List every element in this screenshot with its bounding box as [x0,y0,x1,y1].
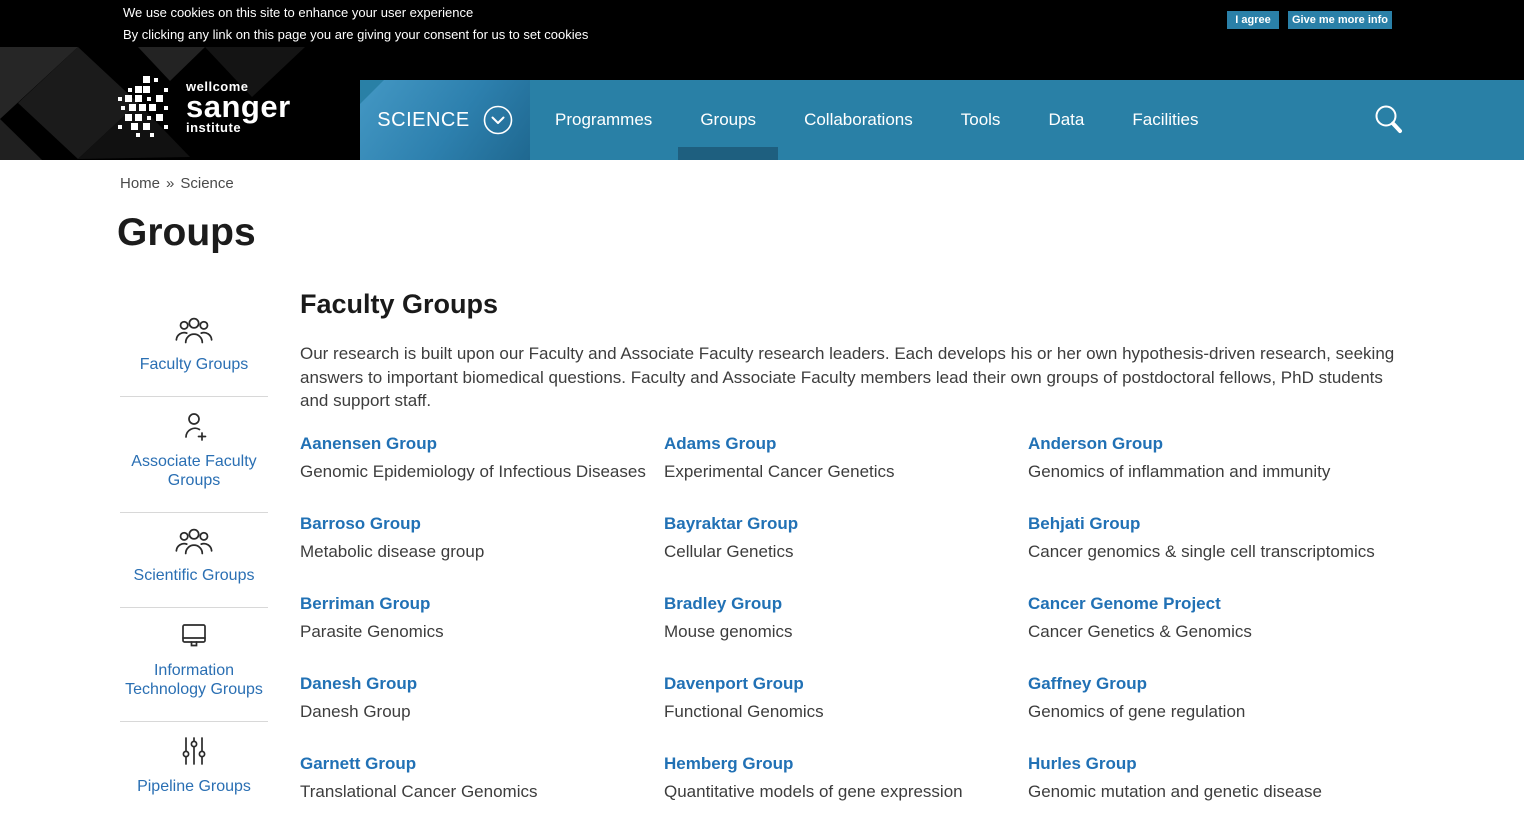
group-link[interactable]: Cancer Genome Project [1028,593,1221,614]
group-description: Parasite Genomics [300,621,444,641]
nav-item-facilities[interactable]: Facilities [1132,80,1198,160]
person-add-icon [120,411,268,446]
group-description: Genomics of gene regulation [1028,701,1246,721]
group-link[interactable]: Anderson Group [1028,433,1163,454]
sidebar-item-label: Pipeline Groups [137,778,251,795]
sanger-logo-pixels [118,76,168,137]
group-description: Mouse genomics [664,621,793,641]
group-link[interactable]: Garnett Group [300,753,416,774]
group-description: Danesh Group [300,701,411,721]
chevron-down-icon [483,105,513,135]
sanger-logo-text: wellcome sanger institute [186,80,291,134]
group-list-item: Bradley Group Mouse genomics [664,593,1028,673]
section-intro: Our research is built upon our Faculty a… [300,344,1395,410]
group-list-item: Davenport Group Functional Genomics [664,673,1028,753]
group-list-item: Danesh Group Danesh Group [300,673,664,753]
sidebar-item-label: Scientific Groups [133,567,255,584]
group-list-item: Berriman Group Parasite Genomics [300,593,664,673]
sliders-icon [120,736,268,771]
nav-item-collaborations[interactable]: Collaborations [804,80,913,160]
group-link[interactable]: Hurles Group [1028,753,1137,774]
sidebar-item-faculty-groups[interactable]: Faculty Groups [120,302,268,396]
group-link[interactable]: Behjati Group [1028,513,1140,534]
groups-sidebar: Faculty Groups Associate Faculty Groups … [120,302,268,818]
group-description: Quantitative models of gene expression [664,781,963,801]
nav-item-groups[interactable]: Groups [700,80,756,160]
header-band: We use cookies on this site to enhance y… [0,0,1524,160]
section-heading: Faculty Groups [300,289,499,319]
group-description: Cancer genomics & single cell transcript… [1028,541,1375,561]
group-link[interactable]: Adams Group [664,433,776,454]
group-link[interactable]: Aanensen Group [300,433,437,454]
monitor-icon [120,622,268,655]
nav-links: Programmes Groups Collaborations Tools D… [555,80,1198,160]
group-link[interactable]: Bradley Group [664,593,782,614]
science-section-label: SCIENCE [377,108,470,131]
cookie-more-info-button[interactable]: Give me more info [1288,11,1392,29]
group-link[interactable]: Berriman Group [300,593,430,614]
sidebar-item-pipeline-groups[interactable]: Pipeline Groups [120,721,268,818]
nav-item-programmes[interactable]: Programmes [555,80,652,160]
group-list-item: Garnett Group Translational Cancer Genom… [300,753,664,833]
cookie-message-line2: By clicking any link on this page you ar… [123,27,589,42]
breadcrumb-science-link[interactable]: Science [180,175,233,192]
cookie-message-line1: We use cookies on this site to enhance y… [123,5,474,20]
group-list-item: Hemberg Group Quantitative models of gen… [664,753,1028,833]
sidebar-item-information-technology-groups[interactable]: Information Technology Groups [120,607,268,721]
group-list-item: Barroso Group Metabolic disease group [300,513,664,593]
sidebar-item-label: Associate Faculty Groups [131,453,257,489]
groups-grid: Aanensen Group Genomic Epidemiology of I… [300,433,1440,833]
group-description: Cellular Genetics [664,541,794,561]
sidebar-item-scientific-groups[interactable]: Scientific Groups [120,512,268,607]
group-description: Metabolic disease group [300,541,485,561]
group-link[interactable]: Gaffney Group [1028,673,1147,694]
breadcrumb-separator: » [166,175,175,192]
search-button[interactable] [1372,103,1406,137]
group-link[interactable]: Danesh Group [300,673,417,694]
group-link[interactable]: Bayraktar Group [664,513,798,534]
group-description: Cancer Genetics & Genomics [1028,621,1252,641]
group-list-item: Hurles Group Genomic mutation and geneti… [1028,753,1392,833]
group-description: Functional Genomics [664,701,824,721]
cookie-agree-button[interactable]: I agree [1227,11,1279,29]
search-icon [1375,105,1402,133]
sidebar-item-label: Faculty Groups [139,356,249,373]
breadcrumb: Home » Science [120,175,234,192]
sidebar-item-label: Information Technology Groups [125,662,263,698]
nav-item-data[interactable]: Data [1048,80,1084,160]
people-group-icon [120,316,268,349]
science-section-button[interactable]: SCIENCE [360,80,530,160]
main-navbar: SCIENCE Programmes Groups Collaborations… [360,80,1524,160]
group-description: Genomics of inflammation and immunity [1028,461,1331,481]
group-description: Experimental Cancer Genetics [664,461,895,481]
logo-sanger: sanger [186,89,291,124]
group-link[interactable]: Hemberg Group [664,753,793,774]
group-description: Translational Cancer Genomics [300,781,538,801]
group-description: Genomic Epidemiology of Infectious Disea… [300,461,646,481]
group-list-item: Gaffney Group Genomics of gene regulatio… [1028,673,1392,753]
group-list-item: Adams Group Experimental Cancer Genetics [664,433,1028,513]
breadcrumb-home-link[interactable]: Home [120,175,160,192]
sidebar-item-associate-faculty-groups[interactable]: Associate Faculty Groups [120,396,268,512]
group-description: Genomic mutation and genetic disease [1028,781,1322,801]
group-link[interactable]: Davenport Group [664,673,804,694]
group-list-item: Aanensen Group Genomic Epidemiology of I… [300,433,664,513]
group-list-item: Bayraktar Group Cellular Genetics [664,513,1028,593]
group-list-item: Behjati Group Cancer genomics & single c… [1028,513,1392,593]
sanger-logo[interactable]: wellcome sanger institute [118,76,291,138]
page-title: Groups [117,211,256,254]
people-group-icon [120,527,268,560]
nav-item-tools[interactable]: Tools [961,80,1001,160]
group-link[interactable]: Barroso Group [300,513,421,534]
group-list-item: Anderson Group Genomics of inflammation … [1028,433,1392,513]
group-list-item: Cancer Genome Project Cancer Genetics & … [1028,593,1392,673]
main-content: Faculty Groups Our research is built upo… [300,288,1440,833]
